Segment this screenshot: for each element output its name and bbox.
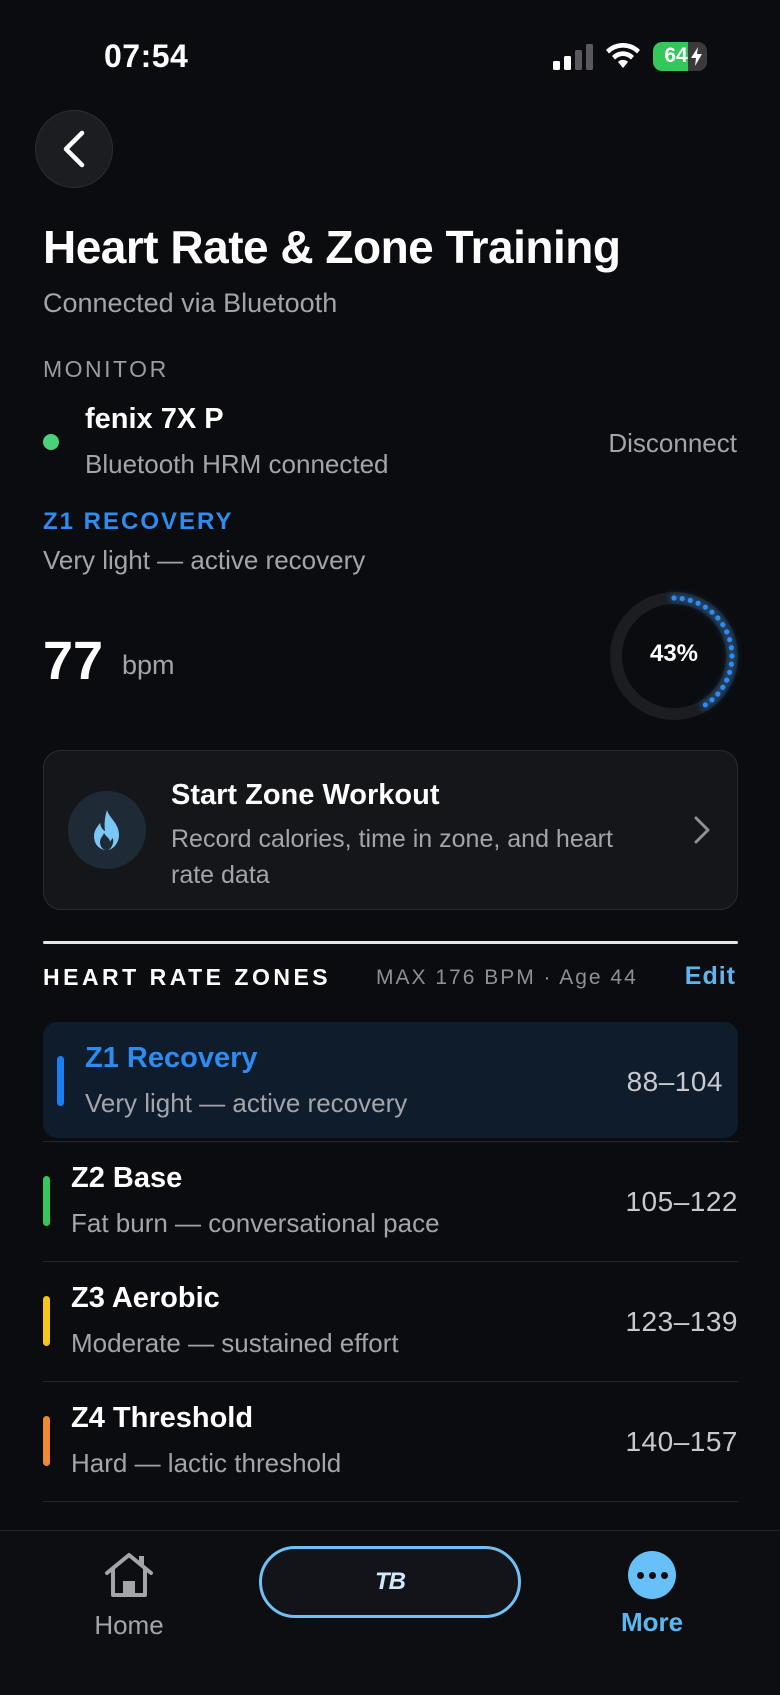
gauge-dot [715, 615, 721, 621]
chevron-right-icon [694, 816, 710, 844]
edit-zones-button[interactable]: Edit [685, 962, 736, 991]
status-bar: 07:54 64 [0, 0, 780, 110]
zone-range: 140–157 [625, 1426, 738, 1457]
zone-range: 88–104 [626, 1066, 723, 1097]
gauge-dot [687, 597, 693, 603]
status-time: 07:54 [104, 38, 189, 74]
zone-name: Z4 Threshold [71, 1402, 254, 1434]
zone-name: Z1 Recovery [85, 1042, 258, 1074]
zone-range: 123–139 [625, 1306, 738, 1337]
tab-more-label: More [620, 1607, 684, 1637]
home-icon [105, 1553, 153, 1597]
gauge-dot [702, 604, 708, 610]
tab-center-logo: TB [375, 1568, 406, 1595]
current-zone-label: Z1 RECOVERY [43, 508, 234, 535]
zones-heading: HEART RATE ZONES [43, 964, 332, 990]
zone-color-bar [43, 1176, 50, 1226]
zone-color-bar [43, 1416, 50, 1466]
flame-icon [94, 810, 119, 850]
zone-row-z1[interactable]: Z1 Recovery Very light — active recovery… [43, 1022, 738, 1142]
charging-bolt-icon [691, 47, 702, 66]
gauge-dot [671, 595, 677, 601]
page-subtitle: Connected via Bluetooth [43, 288, 338, 318]
monitor-device-name: fenix 7X P [85, 403, 224, 435]
zone-list: Z1 Recovery Very light — active recovery… [43, 1022, 738, 1502]
tab-home[interactable]: Home [88, 1551, 170, 1641]
gauge-dot [724, 629, 730, 635]
gauge-dot [709, 697, 715, 703]
max-hr-percent: 43% [649, 640, 699, 667]
tab-home-label: Home [94, 1610, 164, 1640]
workout-title: Start Zone Workout [171, 779, 440, 811]
zone-description: Fat burn — conversational pace [71, 1208, 440, 1238]
gauge-dot [715, 691, 721, 697]
gauge-dot [724, 677, 730, 683]
more-icon [628, 1551, 676, 1599]
battery-icon: 64 [653, 42, 707, 71]
tab-more[interactable]: More [612, 1551, 692, 1638]
page-title: Heart Rate & Zone Training [43, 221, 621, 273]
zone-row-z2[interactable]: Z2 Base Fat burn — conversational pace 1… [43, 1142, 738, 1262]
gauge-dot [720, 622, 726, 628]
zone-description: Hard — lactic threshold [71, 1448, 342, 1478]
disconnect-button[interactable]: Disconnect [608, 428, 737, 459]
back-button[interactable] [35, 110, 113, 188]
tab-bar: Home TB More [0, 1530, 780, 1695]
cellular-signal-icon [553, 44, 593, 70]
gauge-dot [702, 702, 708, 708]
zone-name: Z3 Aerobic [71, 1282, 220, 1314]
section-divider [43, 941, 738, 944]
wifi-icon [606, 42, 640, 68]
gauge-dot [727, 669, 733, 675]
workout-icon-badge [68, 791, 146, 869]
zone-row-z3[interactable]: Z3 Aerobic Moderate — sustained effort 1… [43, 1262, 738, 1382]
workout-subtitle: Record calories, time in zone, and heart… [171, 825, 613, 889]
zone-color-bar [43, 1296, 50, 1346]
gauge-dot [695, 600, 701, 606]
start-zone-workout-card[interactable]: Start Zone Workout Record calories, time… [43, 750, 738, 910]
gauge-dot [709, 609, 715, 615]
zone-range: 105–122 [625, 1186, 738, 1217]
zone-color-bar [57, 1056, 64, 1106]
connection-status-dot [43, 434, 59, 450]
heart-rate-unit: bpm [122, 650, 175, 680]
monitor-device-status: Bluetooth HRM connected [85, 449, 389, 479]
zone-description: Moderate — sustained effort [71, 1328, 399, 1358]
tab-center-button[interactable]: TB [259, 1546, 521, 1618]
zone-name: Z2 Base [71, 1162, 183, 1194]
zone-description: Very light — active recovery [85, 1088, 408, 1118]
zones-max-info: MAX 176 BPM · Age 44 [376, 966, 638, 989]
zone-row-z4[interactable]: Z4 Threshold Hard — lactic threshold 140… [43, 1382, 738, 1502]
chevron-left-icon [63, 130, 85, 168]
heart-rate-value: 77 [43, 631, 104, 691]
gauge-dot [720, 684, 726, 690]
gauge-dot [679, 595, 685, 602]
monitor-section-label: MONITOR [43, 356, 169, 382]
current-zone-description: Very light — active recovery [43, 545, 366, 575]
